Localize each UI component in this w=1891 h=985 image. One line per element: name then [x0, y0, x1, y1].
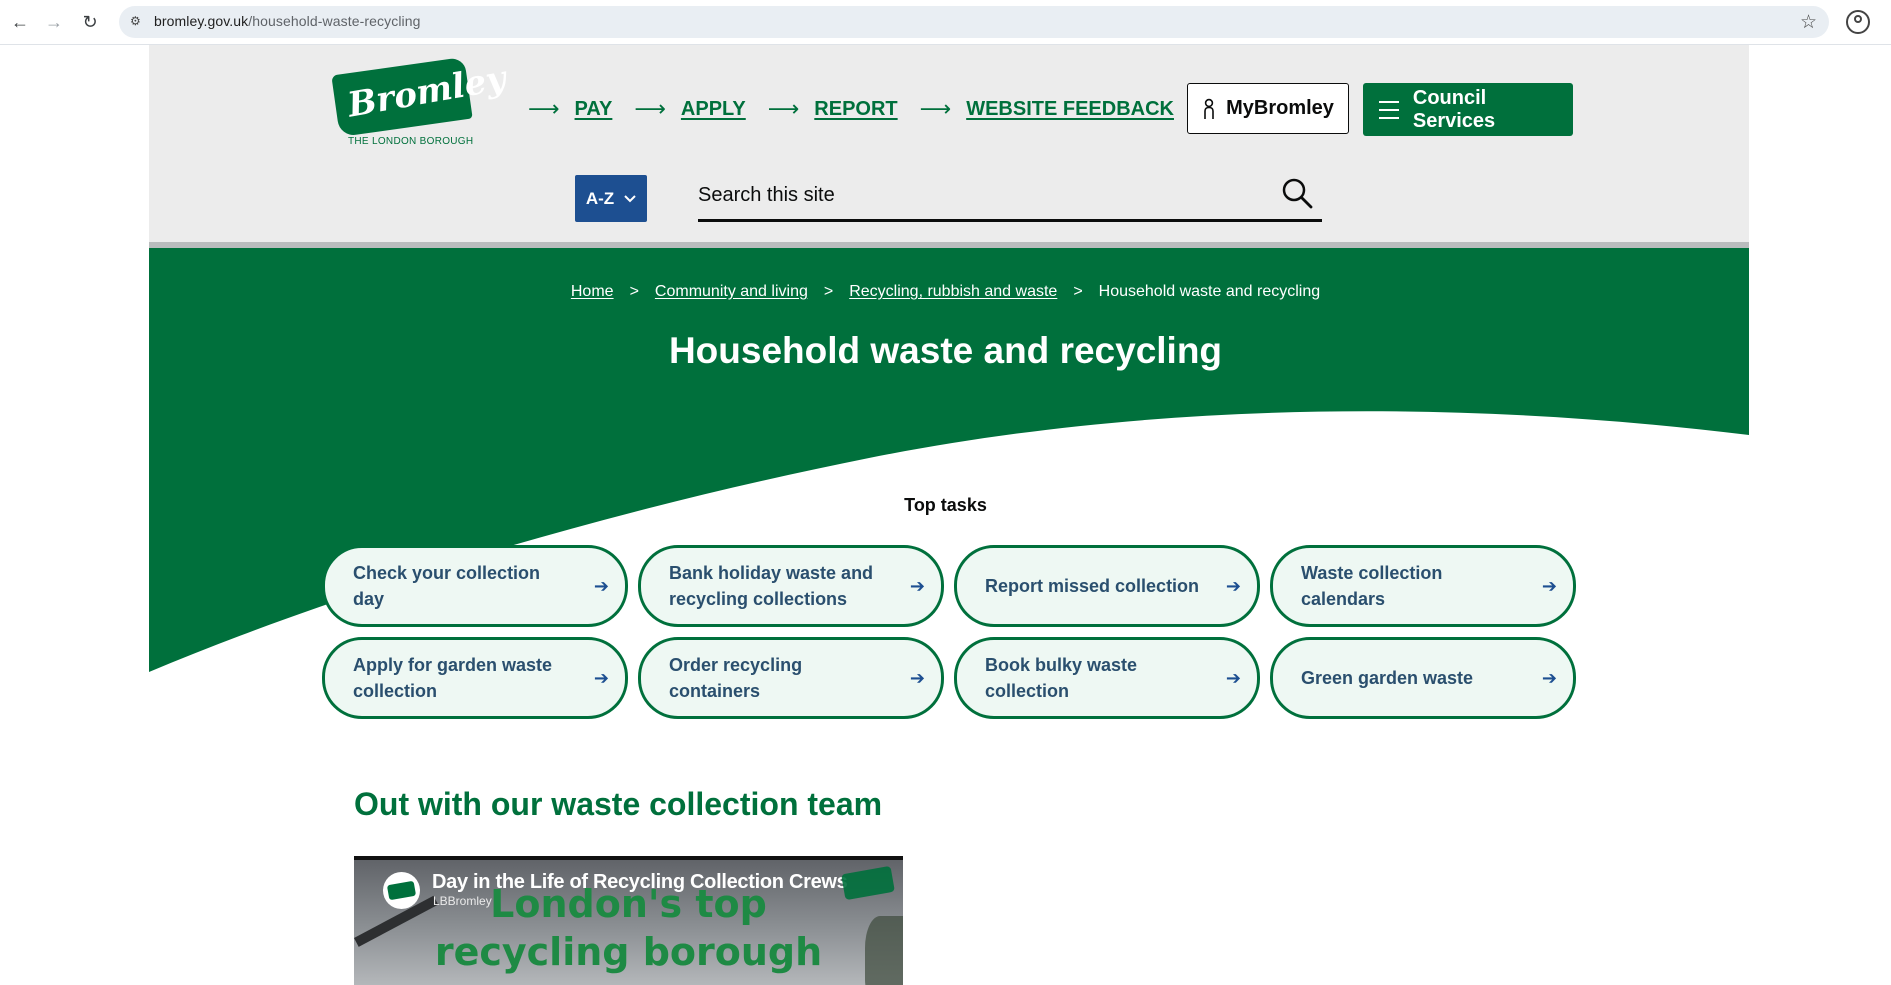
breadcrumb: Home > Community and living > Recycling,… [0, 283, 1891, 301]
quick-link-label: PAY [574, 97, 613, 120]
bromley-logo[interactable]: Bromley THE LONDON BOROUGH [331, 56, 509, 148]
quick-links-nav: ⟶ PAY ⟶ APPLY ⟶ REPORT ⟶ WEBSITE FEEDBACK [528, 96, 1174, 122]
arrow-right-icon: ➔ [593, 575, 609, 596]
video-channel-name: LBBromley [433, 894, 492, 908]
video-player[interactable]: London's top recycling borough Day in th… [354, 856, 903, 985]
arrow-right-icon: ➔ [909, 667, 925, 688]
page-title: Household waste and recycling [668, 330, 1223, 371]
breadcrumb-community-and-living[interactable]: Community and living [655, 283, 808, 301]
site-search [698, 170, 1322, 222]
search-icon[interactable] [1280, 176, 1314, 210]
top-tasks-grid: Check your collection day ➔ Bank holiday … [322, 545, 1576, 719]
task-label: Report missed collection [985, 575, 1200, 596]
task-apply-garden-waste[interactable]: Apply for garden waste collection ➔ [322, 637, 628, 719]
breadcrumb-separator: > [1073, 283, 1083, 300]
url-text: bromley.gov.uk/household-waste-recycling [154, 13, 421, 29]
channel-avatar[interactable] [383, 872, 420, 909]
bookmark-star-icon[interactable]: ☆ [1800, 11, 1817, 34]
task-label: Waste collection calendars [1301, 562, 1443, 609]
person-icon [1204, 98, 1214, 119]
task-label: Order recycling containers [669, 654, 803, 701]
task-label: Bank holiday waste and recycling collect… [669, 562, 874, 609]
breadcrumb-home[interactable]: Home [571, 283, 614, 301]
arrow-right-icon: ⟶ [919, 96, 952, 121]
task-check-collection-day[interactable]: Check your collection day ➔ [322, 545, 628, 627]
task-bank-holiday-collections[interactable]: Bank holiday waste and recycling collect… [638, 545, 944, 627]
arrow-right-icon: ➔ [1541, 575, 1557, 596]
breadcrumb-separator: > [823, 283, 834, 300]
arrow-right-icon: ⟶ [528, 96, 560, 121]
section-heading: Out with our waste collection team [354, 786, 883, 822]
quick-link-label: WEBSITE FEEDBACK [966, 97, 1174, 120]
top-tasks-heading: Top tasks [904, 495, 987, 515]
reload-icon[interactable]: ↻ [78, 10, 102, 34]
logo-tagline: THE LONDON BOROUGH [348, 136, 474, 147]
back-icon[interactable]: ← [8, 10, 32, 34]
arrow-right-icon: ➔ [593, 667, 609, 688]
arrow-right-icon: ➔ [1541, 667, 1557, 688]
search-input[interactable] [698, 178, 1258, 212]
task-waste-collection-calendars[interactable]: Waste collection calendars ➔ [1270, 545, 1576, 627]
council-services-button[interactable]: Council Services [1363, 83, 1573, 136]
arrow-right-icon: ➔ [909, 575, 925, 596]
browser-toolbar: ← → ↻ ⚙ bromley.gov.uk/household-waste-r… [0, 0, 1891, 45]
video-title[interactable]: Day in the Life of Recycling Collection … [432, 871, 848, 894]
task-label: Check your collection day [353, 562, 541, 609]
task-label: Green garden waste [1301, 667, 1474, 688]
arrow-right-icon: ⟶ [767, 96, 800, 121]
quick-link-website-feedback[interactable]: ⟶ WEBSITE FEEDBACK [920, 96, 1174, 122]
task-label: Apply for garden waste collection [353, 654, 553, 701]
quick-link-pay[interactable]: ⟶ PAY [528, 96, 612, 122]
task-order-recycling-containers[interactable]: Order recycling containers ➔ [638, 637, 944, 719]
quick-link-label: APPLY [680, 97, 746, 120]
menu-icon [1379, 100, 1399, 119]
quick-link-apply[interactable]: ⟶ APPLY [634, 96, 745, 122]
a-z-label: A-Z [585, 188, 615, 208]
chevron-down-icon [624, 194, 636, 202]
url-host: bromley.gov.uk [154, 13, 249, 29]
breadcrumb-current: Household waste and recycling [1098, 283, 1321, 300]
arrow-right-icon: ➔ [1225, 667, 1241, 688]
url-path: /household-waste-recycling [248, 13, 421, 29]
profile-icon[interactable] [1846, 10, 1870, 34]
forward-icon[interactable]: → [42, 10, 66, 34]
task-book-bulky-waste[interactable]: Book bulky waste collection ➔ [954, 637, 1260, 719]
video-top-bar [354, 856, 903, 860]
a-z-dropdown-button[interactable]: A-Z [575, 175, 647, 222]
council-services-label: Council Services [1412, 86, 1496, 132]
arrow-right-icon: ➔ [1225, 575, 1241, 596]
quick-link-report[interactable]: ⟶ REPORT [768, 96, 898, 122]
breadcrumb-separator: > [629, 283, 639, 300]
mybromley-label: MyBromley [1226, 97, 1334, 119]
site-settings-icon[interactable]: ⚙ [130, 14, 146, 30]
task-label: Book bulky waste collection [985, 654, 1138, 701]
mybromley-button[interactable]: MyBromley [1187, 83, 1349, 134]
address-bar[interactable]: ⚙ bromley.gov.uk/household-waste-recycli… [119, 6, 1829, 38]
arrow-right-icon: ⟶ [634, 96, 666, 121]
video-overlay-line-2: recycling borough [434, 930, 823, 974]
breadcrumb-recycling-rubbish-and-waste[interactable]: Recycling, rubbish and waste [849, 283, 1057, 301]
quick-link-label: REPORT [814, 97, 898, 120]
task-report-missed-collection[interactable]: Report missed collection ➔ [954, 545, 1260, 627]
task-green-garden-waste[interactable]: Green garden waste ➔ [1270, 637, 1576, 719]
